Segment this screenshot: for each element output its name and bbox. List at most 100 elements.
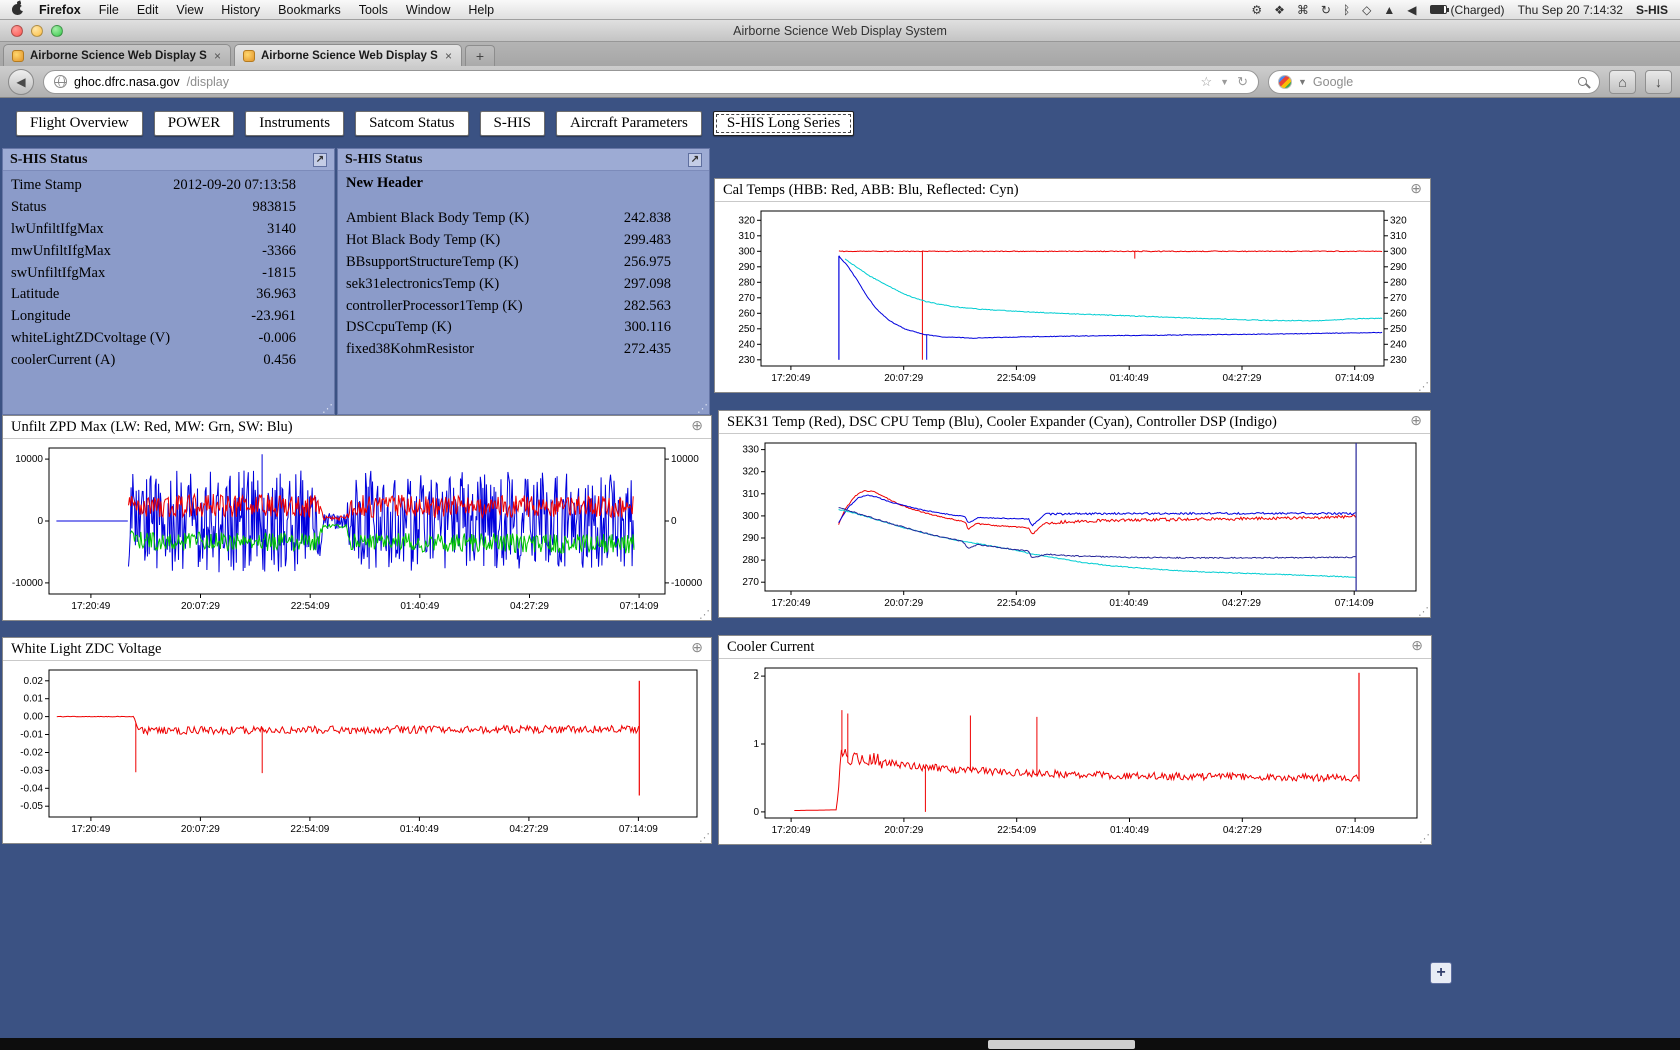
- menubar-clock[interactable]: Thu Sep 20 7:14:32: [1518, 3, 1623, 17]
- svg-text:10000: 10000: [15, 454, 43, 465]
- search-engine-icon[interactable]: [1278, 75, 1292, 89]
- home-button[interactable]: ⌂: [1609, 70, 1636, 94]
- status-row: lwUnfiltIfgMax3140: [3, 219, 334, 241]
- svg-text:04:27:29: 04:27:29: [1222, 598, 1261, 609]
- expand-icon[interactable]: ↗: [313, 153, 327, 167]
- url-bar[interactable]: ghoc.dfrc.nasa.gov /display ☆ ▼ ↻: [43, 70, 1259, 94]
- menu-firefox[interactable]: Firefox: [39, 3, 81, 17]
- menubar-user[interactable]: S-HIS: [1636, 3, 1668, 17]
- panel-header[interactable]: S-HIS Status ↗: [3, 149, 334, 171]
- close-window-button[interactable]: [11, 25, 23, 37]
- expand-icon[interactable]: ↗: [688, 153, 702, 167]
- resize-handle[interactable]: ⋰: [1418, 380, 1428, 393]
- status-label: fixed38KohmResistor: [346, 341, 474, 358]
- reload-icon[interactable]: ↻: [1237, 74, 1248, 90]
- window-titlebar[interactable]: Airborne Science Web Display System: [0, 20, 1680, 42]
- nav-button-s-his-long-series[interactable]: S-HIS Long Series: [713, 111, 854, 136]
- tab-label: Airborne Science Web Display S...: [30, 50, 207, 62]
- chart-body: 100001000000-10000-1000017:20:4920:07:29…: [3, 439, 711, 620]
- svg-text:01:40:49: 01:40:49: [1110, 825, 1149, 836]
- chart-panel-cooler-current: Cooler Current ⊕ 21017:20:4920:07:2922:5…: [718, 635, 1432, 845]
- menu-view[interactable]: View: [176, 3, 203, 17]
- resize-handle[interactable]: ⋰: [699, 608, 709, 621]
- tab-close-icon[interactable]: ×: [213, 49, 222, 63]
- nav-button-flight-overview[interactable]: Flight Overview: [16, 111, 143, 136]
- new-tab-button[interactable]: +: [465, 45, 495, 66]
- tab-close-icon[interactable]: ×: [444, 49, 453, 63]
- svg-text:17:20:49: 17:20:49: [71, 824, 110, 835]
- status-row: Hot Black Body Temp (K)299.483: [338, 230, 709, 252]
- menu-window[interactable]: Window: [406, 3, 450, 17]
- menu-edit[interactable]: Edit: [137, 3, 159, 17]
- minimize-window-button[interactable]: [31, 25, 43, 37]
- expand-plus-icon[interactable]: ⊕: [1411, 640, 1423, 654]
- menu-bookmarks[interactable]: Bookmarks: [278, 3, 341, 17]
- gear-icon[interactable]: ⚙: [1251, 3, 1262, 17]
- svg-text:290: 290: [1390, 262, 1407, 273]
- status-label: swUnfiltIfgMax: [11, 265, 105, 282]
- expand-plus-icon[interactable]: ⊕: [691, 642, 703, 656]
- apple-menu-icon[interactable]: [12, 4, 23, 15]
- resize-handle[interactable]: ⋰: [1419, 832, 1429, 845]
- search-engine-dropdown-icon[interactable]: ▼: [1298, 77, 1307, 87]
- status-label: Longitude: [11, 308, 71, 325]
- browser-tab-1[interactable]: Airborne Science Web Display S... ×: [3, 44, 231, 66]
- resize-handle[interactable]: ⋰: [699, 831, 709, 844]
- menu-tools[interactable]: Tools: [359, 3, 388, 17]
- nav-button-aircraft-parameters[interactable]: Aircraft Parameters: [556, 111, 702, 136]
- svg-text:310: 310: [738, 231, 755, 242]
- camera-icon[interactable]: ⌘: [1297, 3, 1309, 17]
- site-identity-globe-icon[interactable]: [54, 75, 67, 88]
- sync-icon[interactable]: ↻: [1321, 3, 1331, 17]
- chart-header[interactable]: Cooler Current ⊕: [719, 636, 1431, 659]
- url-domain: ghoc.dfrc.nasa.gov: [74, 75, 180, 89]
- zoom-window-button[interactable]: [51, 25, 63, 37]
- menu-help[interactable]: Help: [468, 3, 494, 17]
- chart-header[interactable]: Cal Temps (HBB: Red, ABB: Blu, Reflected…: [715, 179, 1430, 202]
- expand-plus-icon[interactable]: ⊕: [1410, 183, 1422, 197]
- bookmark-star-icon[interactable]: ☆: [1201, 74, 1213, 90]
- expand-plus-icon[interactable]: ⊕: [691, 420, 703, 434]
- svg-text:270: 270: [742, 577, 759, 588]
- chart-body: 33032031030029028027017:20:4920:07:2922:…: [719, 434, 1430, 617]
- menu-file[interactable]: File: [99, 3, 119, 17]
- grid-icon[interactable]: ❖: [1274, 3, 1285, 17]
- status-value: 272.435: [624, 341, 701, 358]
- expand-plus-icon[interactable]: ⊕: [1410, 415, 1422, 429]
- downloads-button[interactable]: ↓: [1645, 70, 1672, 94]
- chart-header[interactable]: White Light ZDC Voltage ⊕: [3, 638, 711, 661]
- airplay-icon[interactable]: ◇: [1362, 3, 1371, 17]
- search-bar[interactable]: ▼ Google: [1268, 70, 1600, 94]
- svg-text:22:54:09: 22:54:09: [997, 598, 1036, 609]
- menu-history[interactable]: History: [221, 3, 260, 17]
- tab-label: Airborne Science Web Display S...: [261, 50, 438, 62]
- status-label: mwUnfiltIfgMax: [11, 243, 111, 260]
- back-button[interactable]: ◀: [8, 69, 34, 95]
- add-panel-button[interactable]: +: [1430, 962, 1452, 984]
- search-icon[interactable]: [1578, 77, 1587, 86]
- panel-header[interactable]: S-HIS Status ↗: [338, 149, 709, 171]
- volume-icon[interactable]: ◀: [1407, 3, 1416, 17]
- wifi-icon[interactable]: ▲: [1383, 3, 1395, 17]
- chart-header[interactable]: Unfilt ZPD Max (LW: Red, MW: Grn, SW: Bl…: [3, 416, 711, 439]
- battery-indicator[interactable]: (Charged): [1430, 3, 1505, 17]
- resize-handle[interactable]: ⋰: [697, 402, 707, 415]
- panel-subheader: New Header: [338, 171, 709, 192]
- status-row: swUnfiltIfgMax -1815: [3, 262, 334, 284]
- resize-handle[interactable]: ⋰: [322, 402, 332, 415]
- svg-text:330: 330: [742, 445, 759, 456]
- status-value: -1815: [262, 265, 326, 282]
- nav-button-s-his[interactable]: S-HIS: [480, 111, 546, 136]
- status-value: -3366: [262, 243, 326, 260]
- nav-button-instruments[interactable]: Instruments: [245, 111, 344, 136]
- nav-button-satcom-status[interactable]: Satcom Status: [355, 111, 468, 136]
- bluetooth-icon[interactable]: ᛒ: [1343, 3, 1350, 17]
- svg-text:240: 240: [1390, 339, 1407, 350]
- status-label: Time Stamp: [11, 177, 82, 194]
- chart-header[interactable]: SEK31 Temp (Red), DSC CPU Temp (Blu), Co…: [719, 411, 1430, 434]
- resize-handle[interactable]: ⋰: [1418, 605, 1428, 618]
- svg-text:0.00: 0.00: [24, 712, 44, 723]
- url-dropdown-icon[interactable]: ▼: [1220, 77, 1229, 87]
- nav-button-power[interactable]: POWER: [154, 111, 235, 136]
- browser-tab-2[interactable]: Airborne Science Web Display S... ×: [234, 44, 462, 66]
